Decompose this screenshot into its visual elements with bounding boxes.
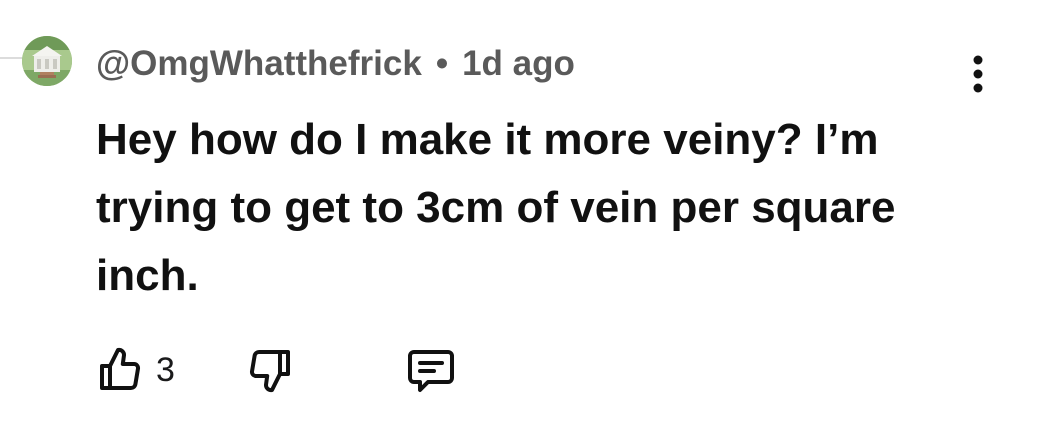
thumbs-up-icon [100,347,141,390]
comment-header: @OmgWhatthefrick • 1d ago [96,40,575,88]
username-link[interactable]: @OmgWhatthefrick [96,44,422,84]
thumbs-down-icon [249,350,290,393]
more-options-button[interactable] [960,52,996,96]
upvote-count: 3 [156,350,175,389]
upvote-button[interactable]: 3 [96,346,246,394]
comment-actions: 3 [96,344,456,396]
reply-button[interactable] [406,346,456,394]
downvote-button[interactable] [246,346,406,394]
comment-bubble-icon [408,350,454,392]
comment-timestamp: 1d ago [462,44,575,83]
comment-text: Hey how do I make it more veiny? I’m try… [96,115,896,300]
user-avatar[interactable] [22,36,72,86]
vertical-ellipsis-icon [973,55,983,93]
header-separator: • [435,44,449,83]
gazebo-avatar-icon [22,36,72,86]
thread-connector-line [0,57,22,59]
